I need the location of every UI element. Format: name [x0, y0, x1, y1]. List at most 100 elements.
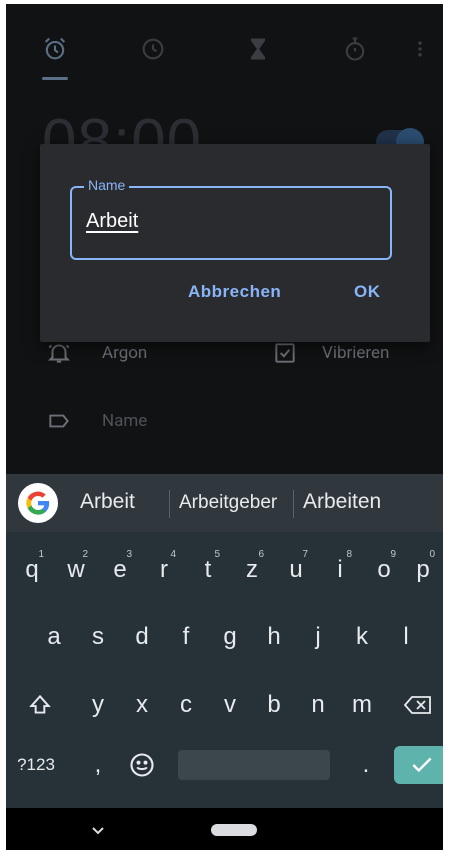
name-input[interactable]: Arbeit	[86, 210, 138, 233]
more-options-button[interactable]	[410, 32, 430, 66]
key-label: v	[224, 691, 236, 718]
key-hint: 6	[258, 549, 264, 560]
name-field-label: Name	[84, 177, 130, 193]
key-label: d	[135, 623, 149, 650]
alarm-clock-icon	[44, 37, 66, 60]
key-label: b	[267, 691, 281, 718]
key-r[interactable]: r4	[144, 545, 184, 595]
key-a[interactable]: a	[34, 612, 74, 662]
key-hint: 2	[82, 549, 88, 560]
key-y[interactable]: y	[78, 680, 118, 730]
key-label: o	[377, 556, 391, 583]
key-c[interactable]: c	[166, 680, 206, 730]
shift-key[interactable]	[20, 680, 60, 730]
key-label: q	[25, 556, 39, 583]
key-i[interactable]: i8	[320, 545, 360, 595]
comma-key[interactable]: ,	[78, 740, 118, 790]
key-n[interactable]: n	[298, 680, 338, 730]
shift-icon	[29, 694, 51, 714]
vibrate-row[interactable]: Vibrieren	[272, 340, 389, 366]
space-key[interactable]	[178, 750, 330, 780]
suggestion-bar: Arbeit Arbeitgeber Arbeiten	[6, 474, 443, 532]
emoji-icon	[130, 753, 154, 777]
chevron-down-icon[interactable]	[86, 818, 110, 842]
key-o[interactable]: o9	[364, 545, 404, 595]
key-k[interactable]: k	[342, 612, 382, 662]
key-label: h	[267, 623, 281, 650]
key-label: z	[246, 556, 258, 583]
key-p[interactable]: p0	[403, 545, 443, 595]
active-tab-indicator	[42, 77, 68, 80]
key-f[interactable]: f	[166, 612, 206, 662]
tab-clock[interactable]	[136, 32, 170, 66]
key-z[interactable]: z6	[232, 545, 272, 595]
tab-stopwatch[interactable]	[338, 32, 372, 66]
suggestion-divider	[293, 490, 294, 518]
key-label: s	[92, 623, 104, 650]
name-field[interactable]: Name Arbeit	[70, 177, 392, 260]
google-logo-icon[interactable]	[18, 483, 58, 523]
key-hint: 0	[429, 549, 435, 560]
key-v[interactable]: v	[210, 680, 250, 730]
symbols-key[interactable]: ?123	[8, 740, 64, 790]
bell-icon	[47, 344, 71, 363]
alarm-label-row[interactable]: Name	[46, 408, 147, 434]
hourglass-icon	[251, 38, 265, 60]
backspace-icon	[403, 696, 431, 714]
key-label: c	[180, 691, 192, 718]
tab-alarm[interactable]	[38, 32, 72, 66]
key-u[interactable]: u7	[276, 545, 316, 595]
suggestion-3[interactable]: Arbeiten	[303, 490, 381, 514]
more-vert-icon	[418, 41, 422, 57]
key-label: a	[47, 623, 61, 650]
tab-bar	[6, 4, 443, 84]
key-t[interactable]: t5	[188, 545, 228, 595]
cancel-button[interactable]: Abbrechen	[188, 282, 281, 302]
emoji-key[interactable]	[122, 740, 162, 790]
checkbox-icon[interactable]	[272, 340, 298, 366]
enter-key[interactable]	[394, 746, 443, 784]
alarm-sound-label: Argon	[102, 343, 148, 363]
ok-button[interactable]: OK	[354, 282, 381, 302]
key-l[interactable]: l	[386, 612, 426, 662]
stopwatch-icon	[345, 37, 365, 61]
key-hint: 3	[126, 549, 132, 560]
period-key[interactable]: .	[346, 740, 386, 790]
keyboard: q1 w2 e3 r4 t5 z6 u7 i8 o9 p0 a s d f g …	[6, 532, 443, 808]
key-hint: 9	[390, 549, 396, 560]
key-label: i	[337, 556, 343, 583]
clock-icon	[142, 38, 164, 60]
label-tag-icon	[49, 414, 69, 428]
alarm-sound-row[interactable]: Argon	[46, 340, 147, 366]
navigation-bar	[6, 808, 443, 850]
key-label: k	[356, 623, 368, 650]
key-label: j	[315, 623, 321, 650]
screen: 08:00 Argon Vibrieren Name Name Arbeit A…	[6, 4, 443, 850]
key-label: w	[67, 556, 85, 583]
home-pill[interactable]	[211, 824, 257, 836]
key-label: l	[403, 623, 409, 650]
key-j[interactable]: j	[298, 612, 338, 662]
key-h[interactable]: h	[254, 612, 294, 662]
name-dialog: Name Arbeit Abbrechen OK	[40, 144, 430, 342]
key-hint: 4	[170, 549, 176, 560]
suggestion-2[interactable]: Arbeitgeber	[179, 492, 277, 514]
key-d[interactable]: d	[122, 612, 162, 662]
key-label: m	[352, 691, 372, 718]
key-q[interactable]: q1	[12, 545, 52, 595]
key-m[interactable]: m	[342, 680, 382, 730]
alarm-label-placeholder: Name	[102, 411, 148, 431]
key-e[interactable]: e3	[100, 545, 140, 595]
key-s[interactable]: s	[78, 612, 118, 662]
tab-timer[interactable]	[241, 32, 275, 66]
key-w[interactable]: w2	[56, 545, 96, 595]
key-g[interactable]: g	[210, 612, 250, 662]
key-hint: 8	[346, 549, 352, 560]
backspace-key[interactable]	[398, 680, 438, 730]
key-x[interactable]: x	[122, 680, 162, 730]
vibrate-label: Vibrieren	[322, 343, 390, 363]
key-b[interactable]: b	[254, 680, 294, 730]
key-hint: 5	[214, 549, 220, 560]
suggestion-1[interactable]: Arbeit	[80, 490, 135, 514]
key-label: y	[92, 691, 104, 718]
